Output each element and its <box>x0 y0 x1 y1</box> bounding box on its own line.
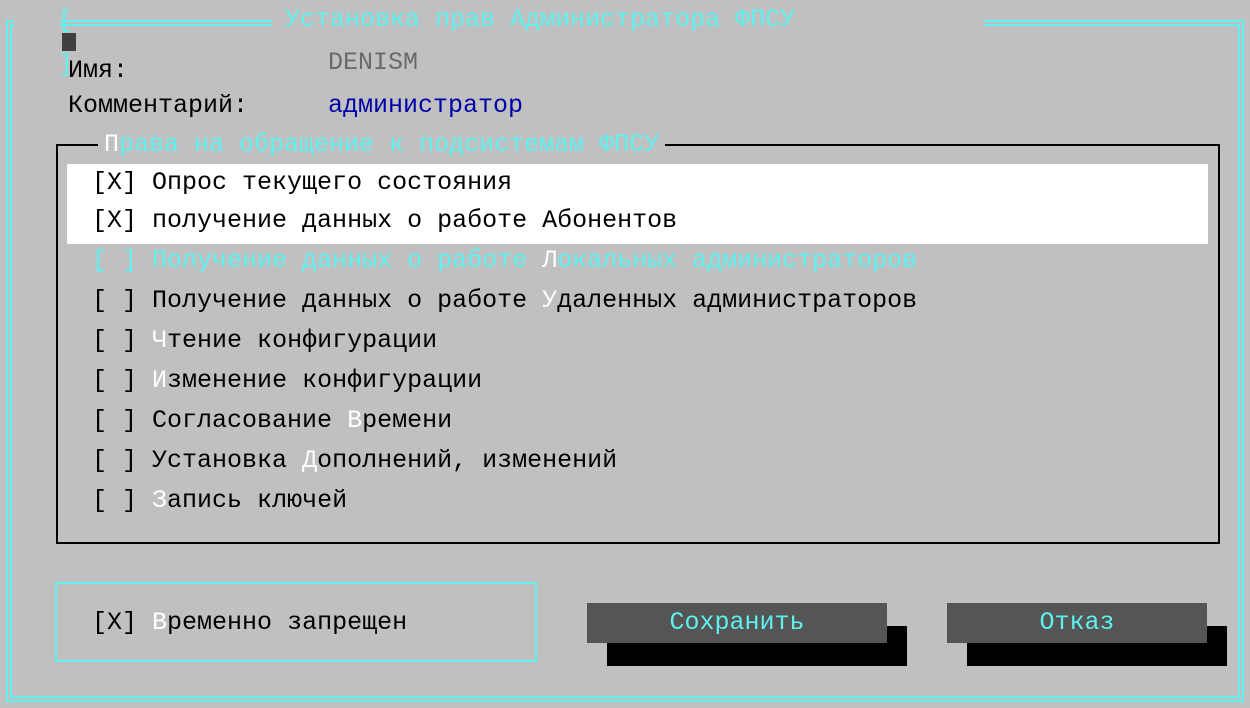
rights-label-post: ополнений, изменений <box>317 446 618 475</box>
rights-group-title: Права на обращение к подсистемам ФПСУ <box>98 132 666 157</box>
checkbox[interactable]: [ ] <box>92 446 137 475</box>
rights-label-post: зменение конфигурации <box>167 366 483 395</box>
checkbox[interactable]: [ ] <box>92 366 137 395</box>
save-button[interactable]: Сохранить <box>587 603 887 643</box>
rights-list-item[interactable]: [ ] Запись ключей <box>92 488 347 513</box>
rights-label-post: получение данных о работе Абонентов <box>152 206 678 235</box>
rights-label-post: даленных администраторов <box>557 286 918 315</box>
checkbox[interactable]: [ ] <box>92 326 137 355</box>
dialog-window: [] Установка прав Администратора ФПСУ Им… <box>0 0 1250 708</box>
checkbox[interactable]: [ ] <box>92 406 137 435</box>
cancel-button[interactable]: Отказ <box>947 603 1207 643</box>
rights-list-item[interactable]: [ ] Получение данных о работе Локальных … <box>92 248 917 273</box>
checkbox[interactable]: [ ] <box>92 486 137 515</box>
rights-label-post: Опрос текущего состояния <box>152 168 513 197</box>
checkbox[interactable]: [ ] <box>92 246 137 275</box>
rights-hotkey: З <box>152 486 168 515</box>
close-button[interactable]: [] <box>58 8 94 77</box>
name-value: DENISM <box>328 48 419 77</box>
rights-list-item[interactable]: [X] Опрос текущего состояния <box>92 170 512 195</box>
rights-list-item[interactable]: [ ] Согласование Времени <box>92 408 452 433</box>
checkbox[interactable]: [X] <box>92 206 137 235</box>
rights-label-post: окальных администраторов <box>557 246 918 275</box>
rights-hotkey: У <box>542 286 558 315</box>
window-title: Установка прав Администратора ФПСУ <box>285 5 796 34</box>
checkbox[interactable]: [X] <box>92 168 137 197</box>
name-label: Имя: <box>68 56 129 85</box>
rights-hotkey: Ч <box>152 326 168 355</box>
rights-list-item[interactable]: [ ] Изменение конфигурации <box>92 368 482 393</box>
close-icon <box>62 33 76 52</box>
rights-hotkey: В <box>347 406 363 435</box>
rights-hotkey: Л <box>542 246 558 275</box>
rights-label-pre: Согласование <box>152 406 348 435</box>
rights-label-pre: Установка <box>152 446 303 475</box>
rights-hotkey: Д <box>302 446 318 475</box>
rights-label-pre: Получение данных о работе <box>152 286 543 315</box>
rights-list-item[interactable]: [ ] Получение данных о работе Удаленных … <box>92 288 917 313</box>
rights-list-item[interactable]: [ ] Установка Дополнений, изменений <box>92 448 617 473</box>
rights-label-pre: Получение данных о работе <box>152 246 543 275</box>
rights-label-post: тение конфигурации <box>167 326 438 355</box>
rights-list-item[interactable]: [ ] Чтение конфигурации <box>92 328 437 353</box>
rights-label-post: апись ключей <box>167 486 348 515</box>
checkbox[interactable]: [ ] <box>92 286 137 315</box>
rights-label-post: ремени <box>362 406 453 435</box>
temporarily-blocked-checkbox[interactable]: [X] Временно запрещен <box>92 610 407 635</box>
rights-list-item[interactable]: [X] получение данных о работе Абонентов <box>92 208 677 233</box>
rights-hotkey: И <box>152 366 168 395</box>
comment-label: Комментарий: <box>68 91 249 120</box>
comment-field[interactable]: администратор <box>328 93 523 118</box>
